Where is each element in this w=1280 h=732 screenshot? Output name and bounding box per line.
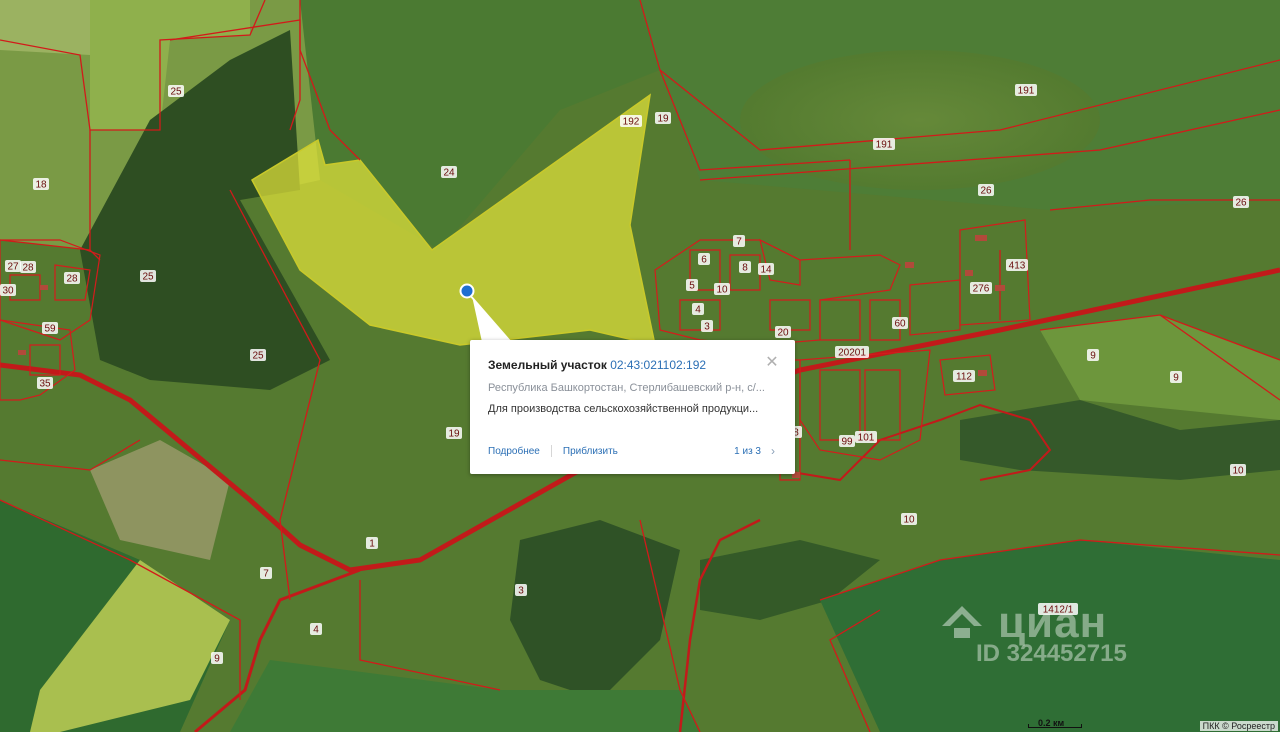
parcel-label[interactable]: 5 [689, 281, 695, 292]
watermark-id: ID 324452715 [976, 640, 1127, 667]
scale-bar: 0.2 км [1028, 718, 1082, 728]
parcel-label[interactable]: 27 [7, 262, 19, 273]
popup-title-text: Земельный участок [488, 358, 607, 372]
parcel-label[interactable]: 112 [956, 372, 972, 383]
next-chevron-icon[interactable]: › [771, 444, 775, 458]
parcel-label[interactable]: 4 [695, 305, 701, 316]
parcel-label[interactable]: 10 [716, 285, 728, 296]
divider [550, 445, 552, 457]
parcel-label[interactable]: 99 [841, 437, 853, 448]
parcel-label[interactable]: 24 [443, 168, 455, 179]
location-marker-icon[interactable] [459, 283, 475, 299]
close-icon[interactable]: ✕ [765, 355, 779, 371]
details-link[interactable]: Подробнее [488, 446, 540, 457]
parcel-label[interactable]: 192 [623, 117, 640, 128]
parcel-label[interactable]: 413 [1009, 261, 1026, 272]
popup-title: Земельный участок 02:43:021102:192 [488, 358, 777, 372]
parcel-label[interactable]: 20201 [838, 348, 866, 359]
pager-count: 1 из 3 [734, 445, 761, 457]
parcel-label[interactable]: 20 [777, 328, 789, 339]
parcel-label[interactable]: 10 [1232, 466, 1244, 477]
parcel-label[interactable]: 14 [760, 265, 772, 276]
parcel-label[interactable]: 30 [2, 286, 14, 297]
parcel-label[interactable]: 18 [35, 180, 47, 191]
parcel-label[interactable]: 3 [518, 586, 524, 597]
parcel-label[interactable]: 1 [369, 539, 375, 550]
parcel-address: Республика Башкортостан, Стерлибашевский… [488, 382, 765, 394]
parcel-label[interactable]: 191 [876, 140, 893, 151]
map-attribution[interactable]: ПКК © Росреестр [1199, 721, 1278, 731]
parcel-purpose: Для производства сельскохозяйственной пр… [488, 403, 759, 415]
parcel-label[interactable]: 101 [858, 433, 875, 444]
parcel-label[interactable]: 26 [1235, 198, 1247, 209]
parcel-label[interactable]: 6 [701, 255, 707, 266]
parcel-label[interactable]: 19 [657, 114, 669, 125]
parcel-label[interactable]: 276 [973, 284, 990, 295]
parcel-label[interactable]: 9 [214, 654, 220, 665]
field-left-yellow [0, 0, 90, 55]
parcel-label[interactable]: 35 [39, 379, 51, 390]
scale-bar-line [1028, 724, 1082, 728]
pager: 1 из 3 › [734, 444, 775, 458]
cian-logo-icon [942, 606, 982, 638]
parcel-label[interactable]: 26 [980, 186, 992, 197]
parcel-label[interactable]: 4 [313, 625, 319, 636]
parcel-info-popup: ✕ Земельный участок 02:43:021102:192 Рес… [470, 340, 795, 474]
parcel-label[interactable]: 191 [1018, 86, 1035, 97]
parcel-label[interactable]: 60 [894, 319, 906, 330]
cadastral-number[interactable]: 02:43:021102:192 [610, 358, 706, 372]
parcel-label[interactable]: 28 [66, 274, 78, 285]
parcel-label[interactable]: 28 [22, 263, 34, 274]
parcel-label[interactable]: 10 [903, 515, 915, 526]
parcel-label[interactable]: 9 [1173, 373, 1179, 384]
parcel-label[interactable]: 59 [44, 324, 56, 335]
parcel-label[interactable]: 19 [448, 429, 460, 440]
parcel-label[interactable]: 25 [142, 272, 154, 283]
popup-actions: Подробнее Приблизить 1 из 3 › [488, 444, 775, 458]
parcel-label[interactable]: 9 [1090, 351, 1096, 362]
parcel-label[interactable]: 25 [170, 87, 182, 98]
meadow-patch [740, 50, 1100, 190]
parcel-label[interactable]: 7 [263, 569, 269, 580]
parcel-label[interactable]: 8 [742, 263, 748, 274]
parcel-label[interactable]: 3 [704, 322, 710, 333]
parcel-label[interactable]: 7 [736, 237, 742, 248]
parcel-label[interactable]: 25 [252, 351, 264, 362]
zoom-in-link[interactable]: Приблизить [563, 446, 618, 457]
